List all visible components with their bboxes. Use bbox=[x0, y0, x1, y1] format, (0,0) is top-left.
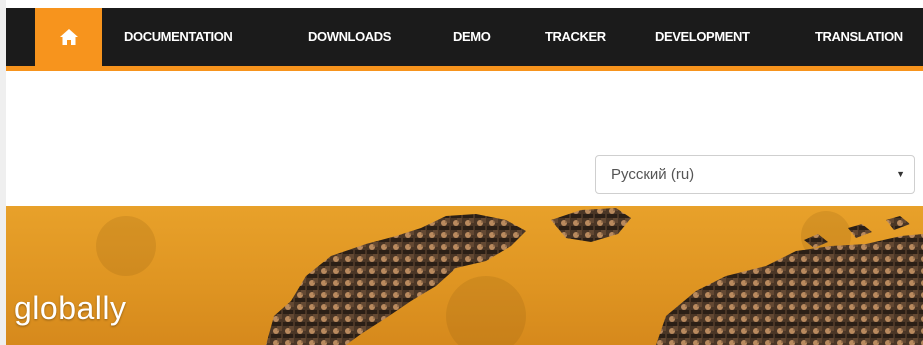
nav-translation[interactable]: TRANSLATION bbox=[815, 8, 903, 66]
hero-banner: globally bbox=[6, 206, 923, 345]
home-button[interactable] bbox=[35, 8, 102, 66]
language-select[interactable]: Русский (ru) ▼ bbox=[595, 155, 915, 194]
nav-documentation[interactable]: DOCUMENTATION bbox=[124, 8, 233, 66]
nav-demo[interactable]: DEMO bbox=[453, 8, 491, 66]
caret-down-icon: ▼ bbox=[896, 169, 905, 179]
hero-tagline: globally bbox=[14, 290, 127, 326]
home-icon bbox=[59, 29, 78, 50]
nav-development[interactable]: DEVELOPMENT bbox=[655, 8, 750, 66]
nav-downloads[interactable]: DOWNLOADS bbox=[308, 8, 391, 66]
top-navbar: DOCUMENTATION DOWNLOADS DEMO TRACKER DEV… bbox=[6, 8, 923, 71]
nav-tracker[interactable]: TRACKER bbox=[545, 8, 606, 66]
language-select-value: Русский (ru) bbox=[611, 166, 695, 183]
world-map-image bbox=[96, 208, 923, 345]
